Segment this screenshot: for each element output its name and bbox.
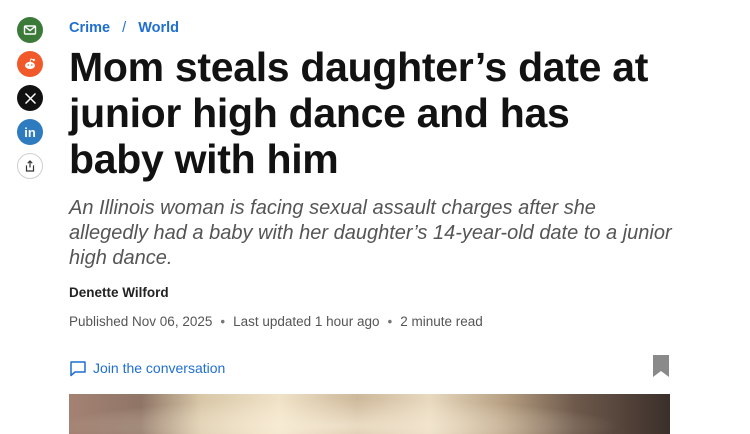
article-header: Crime / World Mom steals daughter’s date… bbox=[69, 18, 674, 381]
breadcrumb-crime-link[interactable]: Crime bbox=[69, 20, 110, 36]
author-name[interactable]: Denette Wilford bbox=[69, 285, 674, 300]
meta-separator: • bbox=[387, 314, 393, 329]
breadcrumb-separator: / bbox=[122, 20, 127, 36]
join-conversation-link[interactable]: Join the conversation bbox=[69, 360, 225, 377]
read-time: 2 minute read bbox=[400, 314, 483, 329]
breadcrumb-world-link[interactable]: World bbox=[138, 20, 179, 36]
share-rail: in bbox=[17, 17, 43, 187]
hero-image bbox=[69, 394, 670, 434]
bookmark-button[interactable] bbox=[652, 354, 670, 383]
article-meta: Published Nov 06, 2025 • Last updated 1 … bbox=[69, 314, 674, 329]
join-conversation-label: Join the conversation bbox=[93, 360, 226, 376]
comment-icon bbox=[70, 360, 86, 376]
share-more-button[interactable] bbox=[17, 153, 43, 179]
article-toolbar: Join the conversation bbox=[69, 354, 674, 383]
headline: Mom steals daughter’s date at junior hig… bbox=[69, 44, 649, 182]
breadcrumb: Crime / World bbox=[69, 18, 674, 38]
linkedin-icon: in bbox=[24, 124, 36, 140]
share-email-button[interactable] bbox=[17, 17, 43, 43]
article-dek: An Illinois woman is facing sexual assau… bbox=[69, 197, 672, 269]
x-icon bbox=[24, 92, 36, 104]
share-linkedin-button[interactable]: in bbox=[17, 119, 43, 145]
share-reddit-button[interactable] bbox=[17, 51, 43, 77]
bookmark-icon bbox=[653, 354, 669, 377]
envelope-icon bbox=[23, 25, 37, 35]
published-date: Published Nov 06, 2025 bbox=[69, 314, 213, 329]
share-x-button[interactable] bbox=[17, 85, 43, 111]
share-icon bbox=[25, 160, 35, 172]
last-updated: Last updated 1 hour ago bbox=[233, 314, 380, 329]
reddit-icon bbox=[25, 58, 35, 70]
meta-separator: • bbox=[220, 314, 226, 329]
